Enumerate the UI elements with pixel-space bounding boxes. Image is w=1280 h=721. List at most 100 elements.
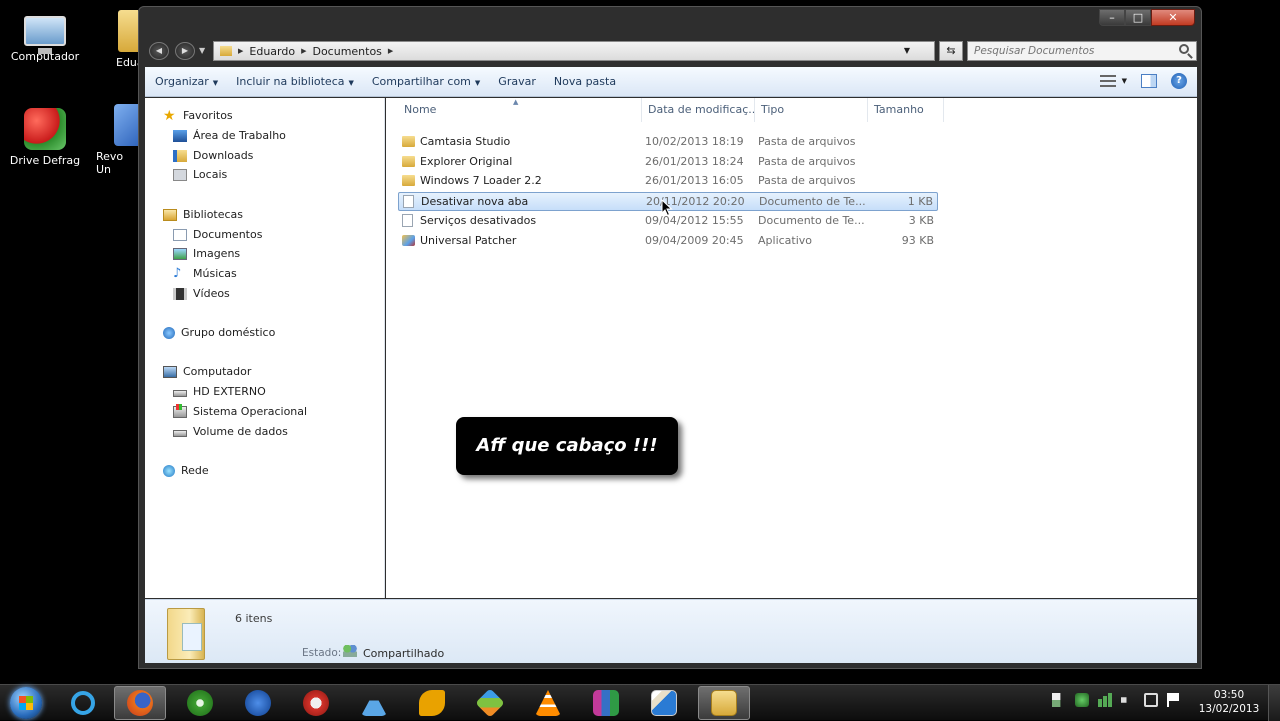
address-dropdown-icon[interactable]: ▼ xyxy=(904,46,910,55)
burn-button[interactable]: Gravar xyxy=(489,75,545,88)
desktop-icon-label: Edua xyxy=(116,56,138,69)
network-signal-icon[interactable] xyxy=(1098,693,1112,707)
organize-button[interactable]: Organizar ▼ xyxy=(145,75,227,88)
nav-item-documents[interactable]: Documentos xyxy=(173,228,262,241)
libraries-icon xyxy=(163,208,177,221)
action-center-flag-icon[interactable] xyxy=(1167,693,1181,707)
taskbar-button[interactable] xyxy=(464,686,516,720)
show-desktop-button[interactable] xyxy=(1268,685,1280,721)
toolbar-right-group: ▼ ? xyxy=(1099,73,1187,89)
file-list: Nome ▲ Data de modificaç... Tipo Tamanho… xyxy=(386,98,1197,598)
taskbar-button[interactable] xyxy=(174,686,226,720)
nav-item-downloads[interactable]: Downloads xyxy=(173,149,253,162)
nav-computer[interactable]: Computador xyxy=(163,365,251,378)
nav-item-recent-places[interactable]: Locais xyxy=(173,168,227,181)
taskbar-button[interactable] xyxy=(232,686,284,720)
application-icon xyxy=(402,235,415,246)
nav-item-os-drive[interactable]: Sistema Operacional xyxy=(173,403,308,418)
folder-icon xyxy=(402,175,415,186)
nav-favorites[interactable]: ★ Favoritos xyxy=(163,109,233,123)
recent-pages-dropdown[interactable]: ▼ xyxy=(199,46,205,55)
vlc-icon xyxy=(535,690,561,716)
chevron-down-icon: ▼ xyxy=(1121,77,1127,85)
taskbar-button[interactable] xyxy=(290,686,342,720)
folder-icon xyxy=(118,10,138,52)
column-header-type[interactable]: Tipo xyxy=(755,98,868,122)
volume-icon[interactable] xyxy=(1121,693,1133,707)
nav-label: Bibliotecas xyxy=(183,208,244,221)
taskbar-clock[interactable]: 03:50 13/02/2013 xyxy=(1196,688,1262,716)
nav-item-data-volume[interactable]: Volume de dados xyxy=(173,425,288,438)
nav-item-pictures[interactable]: Imagens xyxy=(173,247,240,260)
include-in-library-button[interactable]: Incluir na biblioteca ▼ xyxy=(227,75,363,88)
desktop-icon-revo-uninstaller[interactable]: Revo Un xyxy=(94,104,138,176)
share-with-button[interactable]: Compartilhar com ▼ xyxy=(363,75,489,88)
chevron-down-icon: ▼ xyxy=(474,79,481,87)
nav-homegroup[interactable]: Grupo doméstico xyxy=(163,326,275,339)
desktop-icon-computer[interactable]: Computador xyxy=(5,10,85,63)
minimize-button[interactable]: – xyxy=(1099,9,1125,26)
start-button[interactable] xyxy=(2,685,56,721)
chevron-right-icon: ▶ xyxy=(238,47,244,55)
file-row[interactable]: Universal Patcher 09/04/2009 20:45 Aplic… xyxy=(398,232,938,251)
nav-label: Sistema Operacional xyxy=(193,405,308,418)
nav-item-videos[interactable]: Vídeos xyxy=(173,287,230,300)
taskbar-button[interactable] xyxy=(638,686,690,720)
windows-explorer-icon xyxy=(711,690,737,716)
preview-pane-icon[interactable] xyxy=(1141,74,1157,88)
taskbar-button[interactable] xyxy=(580,686,632,720)
refresh-button[interactable]: ⇆ xyxy=(939,41,963,61)
nav-item-music[interactable]: ♪ Músicas xyxy=(173,265,237,281)
taskbar-button[interactable] xyxy=(406,686,458,720)
chevron-down-icon: ▼ xyxy=(212,79,219,87)
nav-label: Downloads xyxy=(193,149,254,162)
taskbar-button[interactable] xyxy=(522,686,574,720)
taskbar-button[interactable] xyxy=(57,686,109,720)
file-type: Pasta de arquivos xyxy=(758,174,856,187)
search-icon[interactable] xyxy=(1179,44,1189,54)
search-input[interactable] xyxy=(967,41,1197,61)
clock-time: 03:50 xyxy=(1213,689,1245,701)
taskbar-button[interactable] xyxy=(348,686,400,720)
nav-label: Imagens xyxy=(193,247,241,260)
folder-icon xyxy=(220,46,232,56)
music-icon: ♪ xyxy=(173,265,182,281)
breadcrumb-documentos[interactable]: Documentos xyxy=(312,45,381,58)
back-button[interactable]: ◀ xyxy=(149,42,169,60)
address-row: ◀ ▶ ▼ ▶ Eduardo ▶ Documentos ▶ ▼ ⇆ xyxy=(149,41,1197,63)
nav-label: Locais xyxy=(193,168,228,181)
file-name: Serviços desativados xyxy=(420,214,537,227)
file-row[interactable]: Explorer Original 26/01/2013 18:24 Pasta… xyxy=(398,153,938,172)
desktop-icon-user-folder[interactable]: Edua xyxy=(96,10,138,69)
maximize-button[interactable]: □ xyxy=(1125,9,1151,26)
chevron-right-icon[interactable]: ▶ xyxy=(301,47,306,55)
desktop-icon-drive-defrag[interactable]: Drive Defrag xyxy=(5,108,85,167)
file-name: Camtasia Studio xyxy=(420,135,511,148)
forward-button[interactable]: ▶ xyxy=(175,42,195,60)
nav-libraries[interactable]: Bibliotecas xyxy=(163,208,243,221)
chevron-right-icon[interactable]: ▶ xyxy=(388,47,393,55)
display-icon[interactable] xyxy=(1144,693,1158,707)
file-row[interactable]: Camtasia Studio 10/02/2013 18:19 Pasta d… xyxy=(398,133,938,152)
file-row[interactable]: Windows 7 Loader 2.2 26/01/2013 16:05 Pa… xyxy=(398,172,938,191)
close-button[interactable]: ✕ xyxy=(1151,9,1195,26)
window-controls: – □ ✕ xyxy=(1099,9,1195,26)
new-folder-button[interactable]: Nova pasta xyxy=(545,75,625,88)
desktop-icon-label: Revo Un xyxy=(96,150,124,176)
tray-app-icon[interactable] xyxy=(1075,693,1089,707)
tray-flag-icon[interactable] xyxy=(1052,693,1061,707)
column-header-name[interactable]: Nome xyxy=(398,98,642,122)
address-bar[interactable]: ▶ Eduardo ▶ Documentos ▶ ▼ xyxy=(213,41,935,61)
taskbar-button[interactable] xyxy=(114,686,166,720)
column-header-date[interactable]: Data de modificaç... xyxy=(642,98,755,122)
nav-network[interactable]: Rede xyxy=(163,464,209,477)
taskbar-button[interactable] xyxy=(698,686,750,720)
breadcrumb-eduardo[interactable]: Eduardo xyxy=(249,45,295,58)
change-view-button[interactable]: ▼ xyxy=(1099,75,1127,87)
computer-icon xyxy=(24,16,66,54)
nav-item-desktop[interactable]: Área de Trabalho xyxy=(173,129,286,142)
nav-item-external-drive[interactable]: HD EXTERNO xyxy=(173,385,266,398)
column-header-size[interactable]: Tamanho xyxy=(868,98,944,122)
help-icon[interactable]: ? xyxy=(1171,73,1187,89)
drive-defrag-icon xyxy=(24,108,66,150)
